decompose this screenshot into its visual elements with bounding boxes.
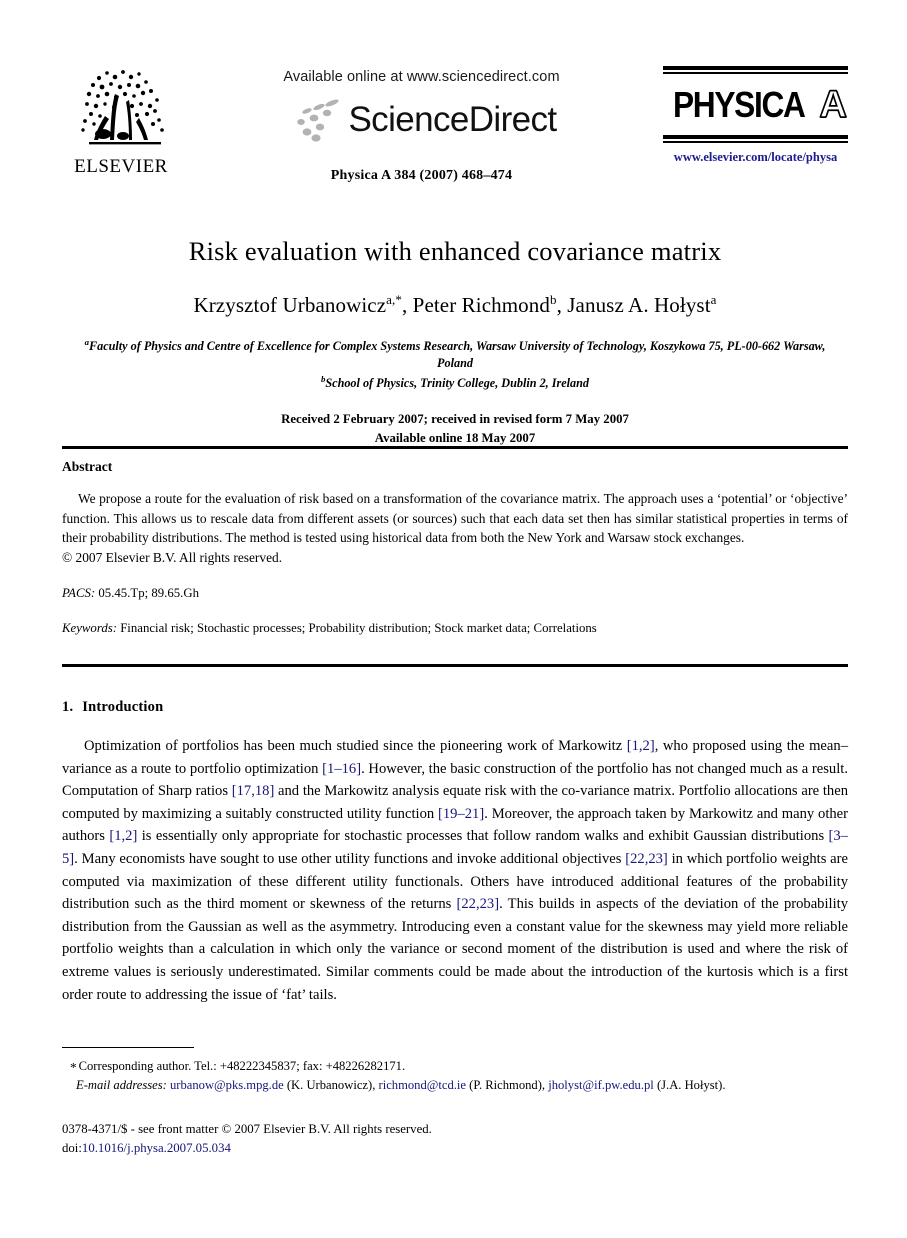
logo-rule-top-thick xyxy=(663,66,848,70)
journal-homepage-link[interactable]: www.elsevier.com/locate/physa xyxy=(663,150,848,165)
citation-link[interactable]: [22,23] xyxy=(625,851,668,867)
elsevier-logo: ELSEVIER xyxy=(62,62,180,176)
masthead: ELSEVIER Available online at www.science… xyxy=(62,62,848,202)
page-title: Risk evaluation with enhanced covariance… xyxy=(188,236,722,266)
citation-link[interactable]: [3–5] xyxy=(62,828,848,867)
doi-line: doi:10.1016/j.physa.2007.05.034 xyxy=(62,1139,852,1158)
citation-link[interactable]: [1–16] xyxy=(322,761,361,777)
intro-paragraph: Optimization of portfolios has been much… xyxy=(62,738,849,1003)
title-block: Risk evaluation with enhanced covariance… xyxy=(62,236,848,447)
abstract-block: Abstract We propose a route for the eval… xyxy=(62,459,848,638)
author-3: Janusz A. Hołysta xyxy=(567,291,717,317)
affiliation-b: bSchool of Physics, Trinity College, Dub… xyxy=(320,373,590,390)
doi-label: doi: xyxy=(62,1141,82,1156)
physica-wordmark: PHYSICA xyxy=(672,84,806,125)
keywords-line: Keywords: Financial risk; Stochastic pro… xyxy=(62,620,848,638)
sciencedirect-wordmark: ScienceDirect xyxy=(348,100,557,140)
physica-letter-a: A xyxy=(819,84,848,126)
affiliation-a: aFaculty of Physics and Centre of Excell… xyxy=(84,336,826,371)
author-list: Krzysztof Urbanowicza,*, Peter Richmondb… xyxy=(193,291,717,317)
footnote-separator-rule xyxy=(62,1047,194,1049)
author-2-marks: b xyxy=(549,291,557,307)
citation-link[interactable]: [22,23] xyxy=(457,896,500,912)
section-number: 1. xyxy=(62,699,74,715)
citation-link[interactable]: [1,2] xyxy=(627,738,655,754)
email-owner: (J.A. Hołyst). xyxy=(653,1077,726,1092)
email-addresses-note: E-mail addresses: urbanow@pks.mpg.de (K.… xyxy=(62,1076,852,1095)
received-line: Received 2 February 2007; received in re… xyxy=(281,412,629,427)
body-content: Optimization of portfolios has been much… xyxy=(62,735,848,1006)
publication-dates: Received 2 February 2007; received in re… xyxy=(62,410,848,447)
physica-a-logo: PHYSICA A www.elsevier.com/locate/physa xyxy=(663,62,848,165)
email-link[interactable]: richmond@tcd.ie xyxy=(379,1078,467,1092)
abstract-top-rule xyxy=(62,446,848,449)
abstract-bottom-rule xyxy=(62,664,848,667)
author-2: Peter Richmondb xyxy=(412,291,557,317)
corresponding-author-note: * Corresponding author. Tel.: +4822234583… xyxy=(70,1059,406,1075)
sciencedirect-dots-icon xyxy=(297,99,339,142)
pacs-line: PACS: 05.45.Tp; 89.65.Gh xyxy=(62,585,848,603)
citation-link[interactable]: [1,2] xyxy=(109,828,137,844)
email-owner: (P. Richmond), xyxy=(466,1077,549,1092)
pacs-value: 05.45.Tp; 89.65.Gh xyxy=(98,585,199,600)
available-online-line: Available online 18 May 2007 xyxy=(374,430,536,445)
journal-article-page: ELSEVIER Available online at www.science… xyxy=(0,0,907,1238)
logo-rule-top-thin xyxy=(663,72,848,74)
citation-link[interactable]: [19–21] xyxy=(438,806,484,822)
email-link[interactable]: jholyst@if.pw.edu.pl xyxy=(548,1078,654,1092)
email-link[interactable]: urbanow@pks.mpg.de xyxy=(170,1078,284,1092)
author-1-marks: a,* xyxy=(386,291,402,307)
logo-rule-bottom-thick xyxy=(663,135,848,139)
email-owner: (K. Urbanowicz), xyxy=(283,1077,379,1092)
email-label: E-mail addresses: xyxy=(76,1077,167,1092)
elsevier-tree-icon xyxy=(81,70,164,145)
logo-rule-bottom-thin xyxy=(663,141,848,143)
doi-link[interactable]: 10.1016/j.physa.2007.05.034 xyxy=(82,1141,231,1155)
section-title: Introduction xyxy=(82,699,164,715)
available-online-text: Available online at www.sciencedirect.co… xyxy=(283,69,560,85)
keywords-value: Financial risk; Stochastic processes; Pr… xyxy=(120,620,597,635)
abstract-text: We propose a route for the evaluation of… xyxy=(62,491,848,546)
front-matter-line: 0378-4371/$ - see front matter © 2007 El… xyxy=(62,1122,432,1136)
author-1: Krzysztof Urbanowicza,* xyxy=(193,291,402,317)
abstract-copyright: © 2007 Elsevier B.V. All rights reserved… xyxy=(62,550,283,566)
pacs-label: PACS: xyxy=(62,585,96,600)
journal-citation: Physica A 384 (2007) 468–474 xyxy=(330,167,513,183)
imprint-block: 0378-4371/$ - see front matter © 2007 El… xyxy=(62,1120,852,1158)
author-3-marks: a xyxy=(710,291,717,307)
section-heading-introduction: 1. Introduction xyxy=(62,699,163,716)
corresponding-marker: * xyxy=(70,1060,77,1075)
footnotes-block: * Corresponding author. Tel.: +4822234583… xyxy=(62,1056,852,1095)
sciencedirect-block: Available online at www.sciencedirect.co… xyxy=(180,62,663,184)
abstract-heading: Abstract xyxy=(62,459,113,474)
keywords-label: Keywords: xyxy=(62,620,117,635)
citation-link[interactable]: [17,18] xyxy=(232,783,275,799)
elsevier-wordmark: ELSEVIER xyxy=(74,156,168,177)
